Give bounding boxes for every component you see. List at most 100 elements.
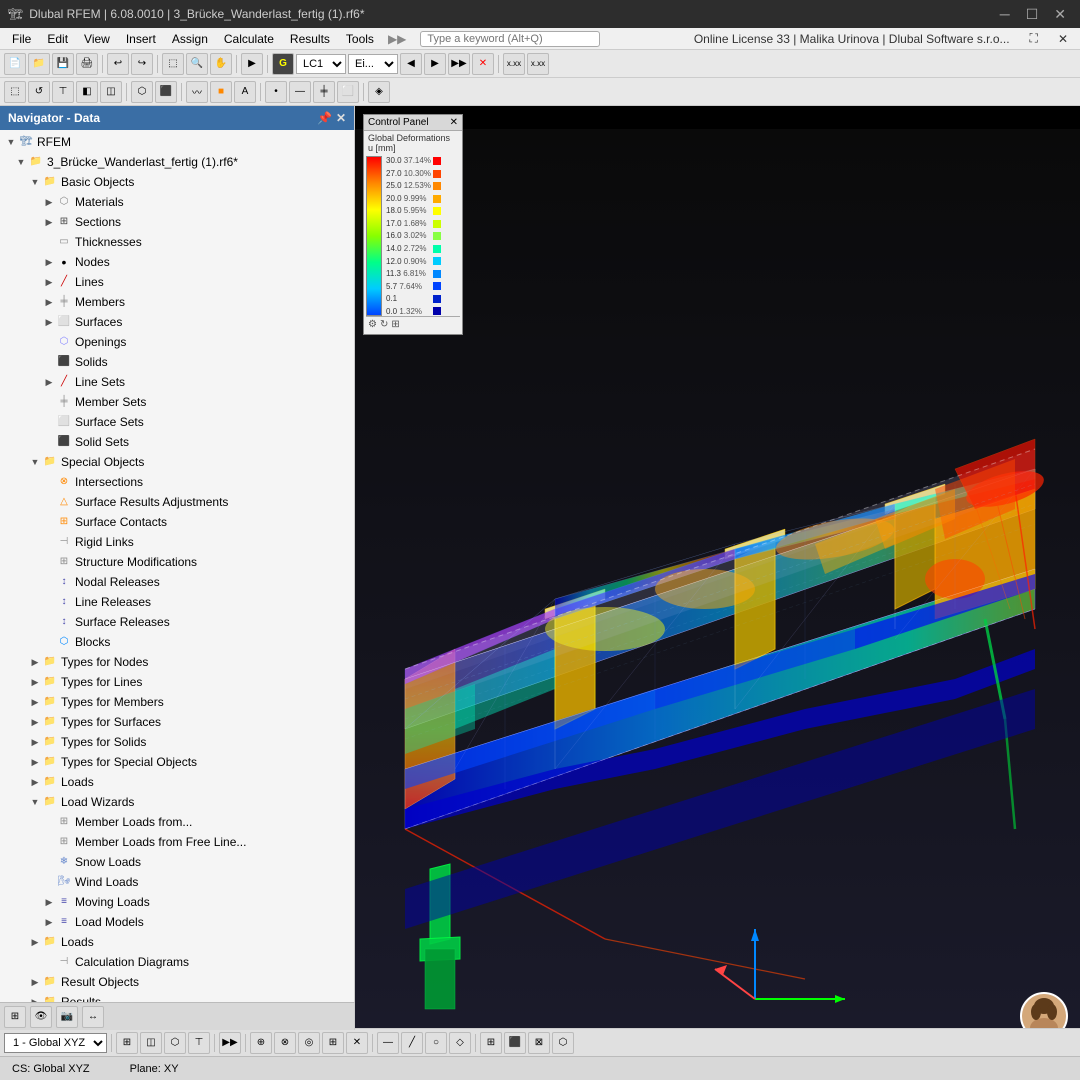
window-controls[interactable]: ─ ☐ ✕ [994, 6, 1072, 23]
tree-nodes[interactable]: ▶ • Nodes [0, 252, 354, 272]
online-close[interactable]: ✕ [1050, 30, 1076, 48]
zoom-button[interactable]: 🔍 [186, 53, 208, 75]
prev-button[interactable]: ◀ [400, 53, 422, 75]
bt-snap2[interactable]: ⊗ [274, 1032, 296, 1054]
lc-combo[interactable]: 1 - Global XYZ [4, 1033, 107, 1053]
tree-project[interactable]: ▼ 📁 3_Brücke_Wanderlast_fertig (1).rf6* [0, 152, 354, 172]
tree-intersections[interactable]: ⊗ Intersections [0, 472, 354, 492]
bt-more1[interactable]: ▶▶ [219, 1032, 241, 1054]
3d-viewport[interactable]: Control Panel ✕ Global Deformations u [m… [355, 106, 1080, 1052]
tree-surface-contacts[interactable]: ⊞ Surface Contacts [0, 512, 354, 532]
tree-loads[interactable]: ▶ 📁 Loads [0, 932, 354, 952]
tree-thicknesses[interactable]: ▭ Thicknesses [0, 232, 354, 252]
tree-snow-loads[interactable]: ❄ Snow Loads [0, 852, 354, 872]
color-button[interactable]: ■ [210, 81, 232, 103]
bt-view4[interactable]: ⊤ [188, 1032, 210, 1054]
redo-button[interactable]: ↪ [131, 53, 153, 75]
bt-view3[interactable]: ⬡ [164, 1032, 186, 1054]
search-input[interactable] [420, 31, 600, 47]
tree-load-models[interactable]: ▶ ≡ Load Models [0, 912, 354, 932]
bt-line2[interactable]: ╱ [401, 1032, 423, 1054]
cp-refresh-button[interactable]: ↻ [380, 319, 388, 330]
bt-dim2[interactable]: ⬛ [504, 1032, 526, 1054]
result2-button[interactable]: x.xx [527, 53, 549, 75]
tree-root-rfem[interactable]: ▼ 🏗 RFEM [0, 132, 354, 152]
bt-snap3[interactable]: ◎ [298, 1032, 320, 1054]
label-button[interactable]: A [234, 81, 256, 103]
top-button[interactable]: ⊤ [52, 81, 74, 103]
lc-selector[interactable]: LC1 [296, 54, 346, 74]
play-button[interactable]: ▶ [424, 53, 446, 75]
menu-view[interactable]: View [76, 30, 118, 48]
tree-structure-mods[interactable]: ⊞ Structure Modifications [0, 552, 354, 572]
tree-types-members[interactable]: ▶ 📁 Types for Members [0, 692, 354, 712]
menu-file[interactable]: File [4, 30, 39, 48]
minimize-button[interactable]: ─ [994, 6, 1016, 23]
g-button[interactable]: G [272, 53, 294, 75]
tree-blocks[interactable]: ⬡ Blocks [0, 632, 354, 652]
tree-basic-objects[interactable]: ▼ 📁 Basic Objects [0, 172, 354, 192]
tree-load-wizards[interactable]: ▼ 📁 Load Wizards [0, 792, 354, 812]
tree-rigid-links[interactable]: ⊣ Rigid Links [0, 532, 354, 552]
undo-button[interactable]: ↩ [107, 53, 129, 75]
print-button[interactable]: 🖨 [76, 53, 98, 75]
save-button[interactable]: 💾 [52, 53, 74, 75]
tree-surface-results-adj[interactable]: △ Surface Results Adjustments [0, 492, 354, 512]
tree-surfacesets[interactable]: ⬜ Surface Sets [0, 412, 354, 432]
bt-dim3[interactable]: ⊠ [528, 1032, 550, 1054]
bt-line4[interactable]: ◇ [449, 1032, 471, 1054]
nav-view-button[interactable]: ⊞ [4, 1006, 26, 1028]
menu-tools[interactable]: Tools [338, 30, 382, 48]
line-vis-button[interactable]: — [289, 81, 311, 103]
pan-button[interactable]: ✋ [210, 53, 232, 75]
tree-moving-loads[interactable]: ▶ ≡ Moving Loads [0, 892, 354, 912]
tree-types-nodes[interactable]: ▶ 📁 Types for Nodes [0, 652, 354, 672]
solid-view-button[interactable]: ⬛ [155, 81, 177, 103]
tree-surface-releases[interactable]: ↕ Surface Releases [0, 612, 354, 632]
nav-camera-button[interactable]: 📷 [56, 1006, 78, 1028]
tree-surfaces[interactable]: ▶ ⬜ Surfaces [0, 312, 354, 332]
tree-membersets[interactable]: ╪ Member Sets [0, 392, 354, 412]
close-button[interactable]: ✕ [1048, 6, 1072, 23]
surf-vis-button[interactable]: ⬜ [337, 81, 359, 103]
tree-sections[interactable]: ▶ ⊞ Sections [0, 212, 354, 232]
tree-types-solids[interactable]: ▶ 📁 Types for Solids [0, 732, 354, 752]
tree-line-releases[interactable]: ↕ Line Releases [0, 592, 354, 612]
tree-types-lines[interactable]: ▶ 📁 Types for Lines [0, 672, 354, 692]
bt-line1[interactable]: — [377, 1032, 399, 1054]
bt-snap4[interactable]: ⊞ [322, 1032, 344, 1054]
next-button[interactable]: ▶▶ [448, 53, 470, 75]
deform-button[interactable]: 〰 [186, 81, 208, 103]
tree-types-special[interactable]: ▶ 📁 Types for Special Objects [0, 752, 354, 772]
tree-loads-top[interactable]: ▶ 📁 Loads [0, 772, 354, 792]
rotate-button[interactable]: ↺ [28, 81, 50, 103]
new-button[interactable]: 📄 [4, 53, 26, 75]
bt-snap1[interactable]: ⊕ [250, 1032, 272, 1054]
menu-calculate[interactable]: Calculate [216, 30, 282, 48]
tree-nodal-releases[interactable]: ↕ Nodal Releases [0, 572, 354, 592]
xray-button[interactable]: ◈ [368, 81, 390, 103]
tree-special-objects[interactable]: ▼ 📁 Special Objects [0, 452, 354, 472]
nav-close-button[interactable]: ✕ [336, 111, 346, 125]
tree-result-objects[interactable]: ▶ 📁 Result Objects [0, 972, 354, 992]
tree-calc-diagrams[interactable]: ⊣ Calculation Diagrams [0, 952, 354, 972]
cp-close[interactable]: ✕ [450, 117, 458, 128]
tree-openings[interactable]: ⬡ Openings [0, 332, 354, 352]
cp-export-button[interactable]: ⊞ [391, 319, 399, 330]
result-selector[interactable]: Ei... [348, 54, 398, 74]
cp-settings-button[interactable]: ⚙ [368, 319, 377, 330]
menu-more[interactable]: ▶▶ [382, 32, 412, 46]
tree-members[interactable]: ▶ ╪ Members [0, 292, 354, 312]
calc-button[interactable]: ▶ [241, 53, 263, 75]
bt-line3[interactable]: ○ [425, 1032, 447, 1054]
nav-pin-button[interactable]: 📌 [317, 111, 332, 125]
bt-dim4[interactable]: ⬡ [552, 1032, 574, 1054]
bt-view1[interactable]: ⊞ [116, 1032, 138, 1054]
maximize-button[interactable]: ☐ [1020, 6, 1045, 23]
open-button[interactable]: 📁 [28, 53, 50, 75]
nav-eye-button[interactable]: 👁 [30, 1006, 52, 1028]
node-vis-button[interactable]: • [265, 81, 287, 103]
mem-vis-button[interactable]: ╪ [313, 81, 335, 103]
bt-dim1[interactable]: ⊞ [480, 1032, 502, 1054]
tree-linesets[interactable]: ▶ ╱ Line Sets [0, 372, 354, 392]
